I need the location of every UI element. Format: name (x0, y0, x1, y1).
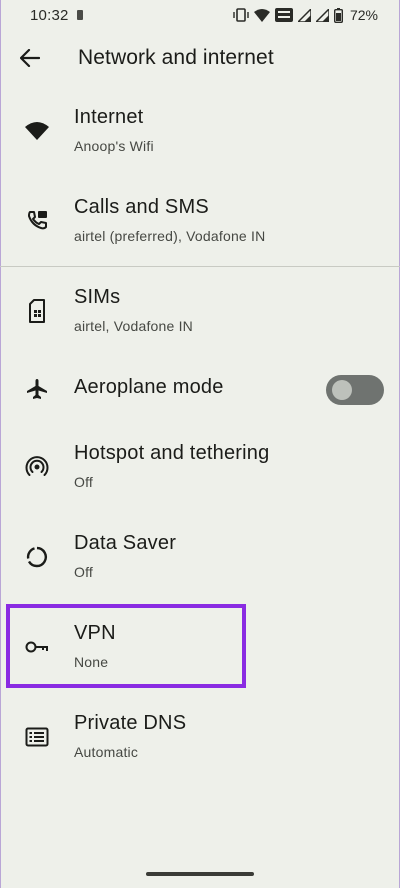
list-item-private-dns[interactable]: Private DNS Automatic (0, 702, 400, 776)
list-item-data-saver[interactable]: Data Saver Off (0, 522, 400, 596)
calls-sms-icon (22, 205, 52, 235)
item-label: SIMs (74, 286, 121, 308)
item-label: Aeroplane mode (74, 376, 224, 398)
list-item-sims[interactable]: SIMs airtel, Vodafone IN (0, 276, 400, 350)
gesture-nav-handle[interactable] (146, 872, 254, 876)
status-time: 10:32 (30, 6, 69, 24)
item-sub: Off (74, 564, 94, 580)
data-saver-icon (22, 542, 52, 572)
list-item-hotspot[interactable]: Hotspot and tethering Off (0, 432, 400, 506)
toggle-knob (332, 380, 352, 400)
item-label: Data Saver (74, 532, 177, 554)
sim-card-icon (22, 296, 52, 326)
item-label: Hotspot and tethering (74, 442, 270, 464)
signal-icon-1 (297, 8, 311, 22)
dns-icon (22, 722, 52, 752)
vibrate-icon (233, 8, 249, 22)
wifi-status-icon (253, 8, 270, 22)
aeroplane-mode-toggle[interactable] (326, 375, 384, 405)
page-title: Network and internet (78, 46, 274, 69)
item-sub: Anoop's Wifi (74, 138, 154, 154)
hotspot-icon (22, 452, 52, 482)
item-sub: Off (74, 474, 94, 490)
battery-icon (333, 7, 343, 23)
vpn-highlight-box (6, 604, 246, 688)
status-icons: 72% (233, 7, 378, 23)
wifi-icon (22, 116, 52, 146)
list-item-calls-sms[interactable]: Calls and SMS airtel (preferred), Vodafo… (0, 186, 400, 260)
app-bar: Network and internet (0, 36, 400, 82)
status-bar: 10:32 72% (0, 0, 400, 30)
signal-icon-2 (315, 8, 329, 22)
arrow-back-icon (20, 49, 40, 67)
item-label: Private DNS (74, 712, 187, 734)
notification-icon (76, 10, 83, 20)
airplane-icon (22, 374, 52, 404)
item-sub: airtel (preferred), Vodafone IN (74, 228, 266, 244)
section-divider (0, 266, 400, 267)
back-button[interactable] (16, 44, 44, 72)
battery-percentage: 72% (349, 7, 378, 23)
item-label: Calls and SMS (74, 196, 209, 218)
item-label: Internet (74, 106, 144, 128)
item-sub: Automatic (74, 744, 139, 760)
item-sub: airtel, Vodafone IN (74, 318, 193, 334)
list-item-internet[interactable]: Internet Anoop's Wifi (0, 96, 400, 170)
volte-icon (274, 8, 293, 22)
